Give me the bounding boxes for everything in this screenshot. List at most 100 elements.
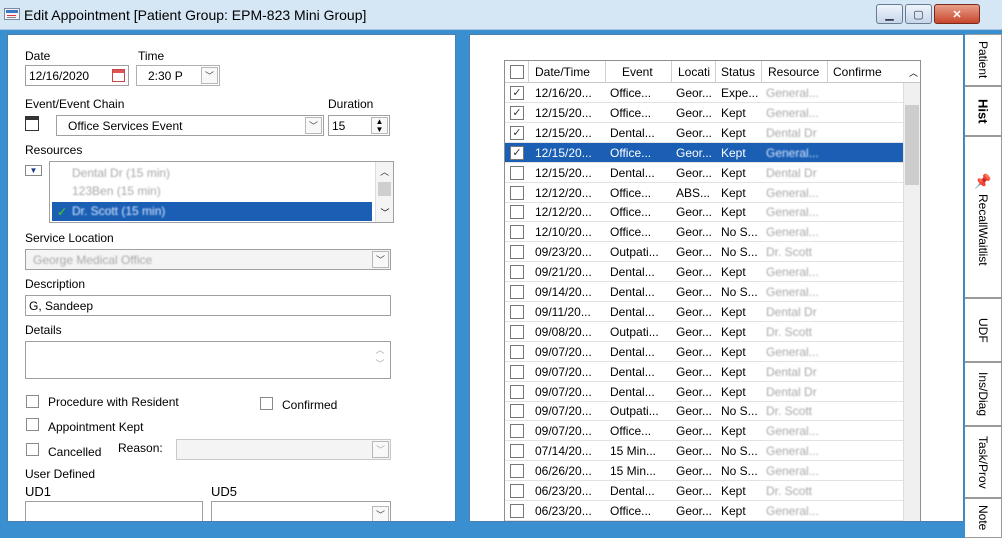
row-checkbox[interactable] xyxy=(510,245,524,260)
tab-recallwaitlist[interactable]: 📌 RecallWaitlist xyxy=(965,136,1002,298)
tab-note[interactable]: Note xyxy=(965,498,1002,538)
row-checkbox[interactable] xyxy=(510,265,524,280)
table-row[interactable]: ✓ 12/16/20... Office... Geor... Expe... Gener… xyxy=(505,83,920,103)
resources-list[interactable]: Dental Dr (15 min) 123Ben (15 min) ✓ Dr.… xyxy=(49,161,394,223)
table-row[interactable]: 06/23/20... Dental... Geor... Kept Dr. Scott xyxy=(505,481,920,501)
row-checkbox[interactable] xyxy=(510,384,524,399)
chevron-down-icon[interactable]: ﹀ xyxy=(372,506,389,521)
chevron-down-icon[interactable]: ﹀ xyxy=(376,206,393,219)
row-checkbox[interactable] xyxy=(510,484,524,498)
event-select[interactable]: Office Services Event ﹀ xyxy=(56,115,324,136)
row-checkbox[interactable] xyxy=(510,225,524,240)
row-checkbox[interactable] xyxy=(510,205,524,220)
table-row[interactable]: 06/26/20... 15 Min... Geor... No S... Genera… xyxy=(505,461,920,482)
procedure-checkbox[interactable] xyxy=(26,395,39,408)
row-checkbox[interactable] xyxy=(510,344,524,359)
column-header-location[interactable]: Locati xyxy=(672,61,716,83)
app-icon xyxy=(4,8,20,20)
row-checkbox[interactable] xyxy=(510,404,524,419)
chevron-down-icon[interactable]: ﹀ xyxy=(305,117,322,134)
row-checkbox[interactable] xyxy=(510,364,524,379)
chevron-down-icon[interactable]: ﹀ xyxy=(201,67,218,84)
resources-scrollbar[interactable]: ︿ ﹀ xyxy=(375,162,393,222)
row-checkbox[interactable]: ✓ xyxy=(510,145,524,160)
chevron-up-icon[interactable]: ︿ xyxy=(376,165,393,178)
resource-dropdown-icon[interactable]: ▼ xyxy=(25,165,42,176)
column-header-event[interactable]: Event xyxy=(606,61,672,83)
scrollbar-thumb[interactable] xyxy=(905,105,919,185)
table-row[interactable]: 09/07/20... Dental... Geor... Kept Dental Dr xyxy=(505,382,920,402)
table-row[interactable]: 12/10/20... Office... Geor... No S... Genera… xyxy=(505,222,920,243)
select-all-checkbox[interactable] xyxy=(510,65,524,79)
table-row[interactable]: 09/23/20... Outpati... Geor... No S... Dr. S… xyxy=(505,242,920,263)
row-checkbox[interactable] xyxy=(510,165,524,180)
appointment-kept-checkbox[interactable] xyxy=(26,418,39,431)
minimize-button[interactable]: ▁ xyxy=(876,4,903,24)
table-row[interactable]: 06/23/20... Office... Geor... Kept General..… xyxy=(505,501,920,521)
duration-stepper[interactable]: 15 ▲ ▼ xyxy=(328,115,390,136)
column-header-resource[interactable]: Resource xyxy=(762,61,828,83)
confirmed-checkbox[interactable] xyxy=(260,397,273,410)
cancelled-checkbox[interactable] xyxy=(26,443,39,456)
list-item[interactable]: ✓ Dr. Scott (15 min) xyxy=(52,202,372,221)
chevron-down-icon[interactable]: ﹀ xyxy=(372,251,389,268)
details-textarea[interactable]: ︿ ﹀ xyxy=(25,341,391,379)
row-checkbox[interactable] xyxy=(510,324,524,339)
row-checkbox[interactable] xyxy=(510,424,524,439)
tab-task-prov[interactable]: Task/Prov xyxy=(965,426,1002,498)
row-checkbox[interactable]: ✓ xyxy=(510,105,524,120)
table-row[interactable]: ✓ 12/15/20... Dental... Geor... Kept Dental D… xyxy=(505,123,920,143)
column-header-status[interactable]: Status xyxy=(716,61,762,83)
list-item[interactable]: 123Ben (15 min) xyxy=(52,182,372,200)
grid-scrollbar[interactable] xyxy=(903,83,920,521)
table-row[interactable]: ✓ 12/15/20... Office... Geor... Kept General.… xyxy=(505,103,920,123)
details-scrollbar[interactable]: ︿ ﹀ xyxy=(371,343,389,377)
table-row[interactable]: 09/08/20... Outpati... Geor... Kept Dr. Scot… xyxy=(505,322,920,342)
column-header-confirmed[interactable]: Confirme xyxy=(828,61,920,83)
close-button[interactable]: ✕ xyxy=(934,4,980,24)
time-field[interactable]: 2:30 P ﹀ xyxy=(136,65,220,86)
history-grid: Date/Time Event Locati Status Resource C… xyxy=(504,60,921,521)
row-checkbox[interactable] xyxy=(510,185,524,200)
cell-event: Dental... xyxy=(610,384,655,399)
table-row[interactable]: ✓ 12/15/20... Office... Geor... Kept General.… xyxy=(505,142,920,163)
stepper-arrows-icon[interactable]: ▲ ▼ xyxy=(371,117,388,134)
row-checkbox[interactable] xyxy=(510,464,524,479)
column-header-datetime[interactable]: Date/Time xyxy=(529,61,606,83)
cell-location: Geor... xyxy=(676,444,713,459)
tab-ins-diag[interactable]: Ins/Diag xyxy=(965,362,1002,426)
table-row[interactable]: 09/07/20... Outpati... Geor... No S... Dr. S… xyxy=(505,401,920,422)
row-checkbox[interactable] xyxy=(510,285,524,299)
chevron-down-icon[interactable]: ﹀ xyxy=(372,441,389,458)
row-checkbox[interactable]: ✓ xyxy=(510,125,524,140)
chevron-up-icon[interactable]: ︿ xyxy=(909,66,918,79)
table-row[interactable]: 09/07/20... Office... Geor... Kept General..… xyxy=(505,421,920,442)
table-row[interactable]: 12/15/20... Dental... Geor... Kept Dental Dr xyxy=(505,163,920,183)
row-checkbox[interactable] xyxy=(510,304,524,319)
table-row[interactable]: 07/14/20... 15 Min... Geor... No S... Genera… xyxy=(505,441,920,462)
tab-patient[interactable]: Patient xyxy=(965,34,1002,86)
maximize-button[interactable]: ▢ xyxy=(905,4,932,24)
table-row[interactable]: 09/14/20... Dental... Geor... No S... Genera… xyxy=(505,282,920,302)
row-checkbox[interactable] xyxy=(510,503,524,518)
tab-hist[interactable]: Hist xyxy=(965,86,1002,136)
service-location-select[interactable]: George Medical Office ﹀ xyxy=(25,249,391,270)
event-list-icon[interactable] xyxy=(25,116,39,131)
table-row[interactable]: 09/21/20... Dental... Geor... Kept General..… xyxy=(505,262,920,283)
cell-status: Kept xyxy=(721,364,746,379)
table-row[interactable]: 09/11/20... Dental... Geor... Kept Dental Dr xyxy=(505,302,920,322)
date-field[interactable]: 12/16/2020 xyxy=(25,65,129,86)
tab-udf[interactable]: UDF xyxy=(965,298,1002,362)
table-row[interactable]: 12/12/20... Office... ABS... Kept General... xyxy=(505,183,920,203)
table-row[interactable]: 09/07/20... Dental... Geor... Kept General..… xyxy=(505,342,920,362)
list-item[interactable]: Dental Dr (15 min) xyxy=(52,164,372,182)
ud5-select[interactable]: ﹀ xyxy=(211,501,391,521)
row-checkbox[interactable] xyxy=(510,444,524,459)
row-checkbox[interactable]: ✓ xyxy=(510,86,524,100)
calendar-icon[interactable] xyxy=(112,69,125,82)
description-input[interactable]: G, Sandeep xyxy=(25,295,391,316)
reason-select[interactable]: ﹀ xyxy=(176,439,391,460)
ud1-input[interactable] xyxy=(25,501,203,521)
table-row[interactable]: 12/12/20... Office... Geor... Kept General..… xyxy=(505,202,920,223)
table-row[interactable]: 09/07/20... Dental... Geor... Kept Dental Dr xyxy=(505,362,920,382)
